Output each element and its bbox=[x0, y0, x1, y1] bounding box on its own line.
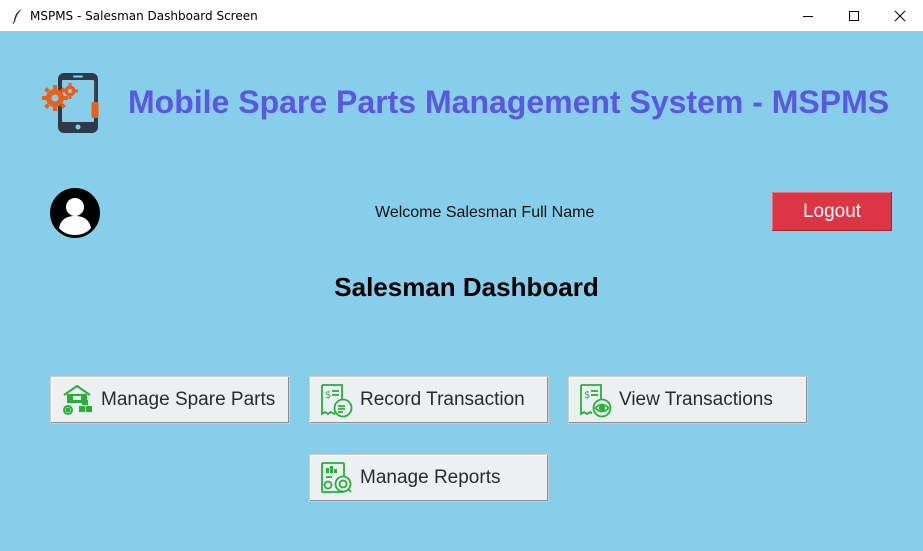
maximize-button[interactable] bbox=[831, 0, 877, 31]
svg-text:$: $ bbox=[584, 390, 590, 401]
view-transactions-button[interactable]: $ View Transactions bbox=[568, 376, 808, 424]
page-title: Salesman Dashboard bbox=[334, 272, 599, 302]
user-avatar-icon bbox=[50, 188, 100, 238]
record-transaction-label: Record Transaction bbox=[360, 389, 525, 410]
svg-text:$: $ bbox=[325, 390, 331, 401]
manage-spare-parts-label: Manage Spare Parts bbox=[101, 389, 276, 410]
close-icon bbox=[894, 10, 906, 21]
maximize-icon bbox=[849, 10, 859, 21]
record-transaction-button[interactable]: $ Record Transaction bbox=[309, 376, 549, 424]
minimize-icon bbox=[803, 15, 813, 17]
receipt-cash-icon: $ bbox=[318, 382, 354, 418]
welcome-message: Welcome Salesman Full Name bbox=[375, 204, 595, 221]
close-button[interactable] bbox=[877, 0, 923, 31]
window-title: MSPMS - Salesman Dashboard Screen bbox=[30, 8, 258, 23]
manage-reports-label: Manage Reports bbox=[360, 467, 501, 488]
manage-spare-parts-button[interactable]: Manage Spare Parts bbox=[50, 376, 290, 424]
feather-icon bbox=[10, 8, 26, 24]
window-title-bar[interactable]: MSPMS - Salesman Dashboard Screen bbox=[0, 0, 923, 32]
logout-button[interactable]: Logout bbox=[772, 192, 892, 231]
manage-reports-button[interactable]: Manage Reports bbox=[309, 454, 549, 502]
warehouse-gear-icon bbox=[59, 382, 95, 418]
receipt-eye-icon: $ bbox=[577, 382, 613, 418]
minimize-button[interactable] bbox=[785, 0, 831, 31]
view-transactions-label: View Transactions bbox=[619, 389, 773, 410]
phone-gears-repair-icon bbox=[42, 71, 104, 135]
report-chart-icon bbox=[318, 460, 354, 496]
dashboard-client-area: Mobile Spare Parts Management System - M… bbox=[0, 31, 923, 551]
app-title: Mobile Spare Parts Management System - M… bbox=[128, 84, 890, 120]
